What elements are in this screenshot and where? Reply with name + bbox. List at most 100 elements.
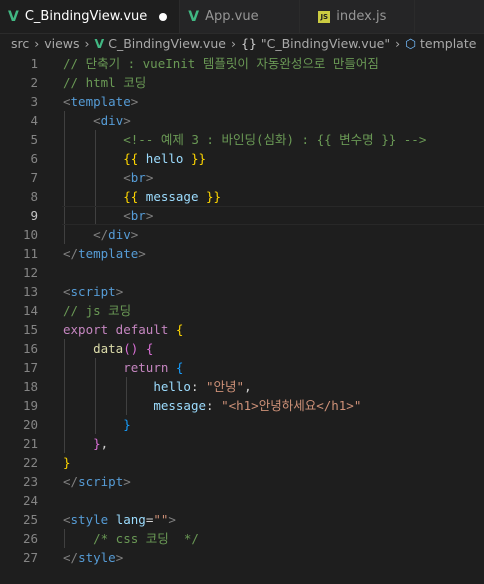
- code-line[interactable]: 9 <br>: [0, 206, 484, 225]
- line-number: 22: [22, 455, 38, 470]
- code-token: // js 코딩: [63, 303, 132, 318]
- breadcrumb-item-views[interactable]: views: [44, 36, 79, 51]
- code-token: "<h1>안녕하세요</h1>": [221, 398, 362, 413]
- code-token: template: [78, 246, 139, 261]
- js-file-icon: JS: [318, 10, 331, 23]
- code-token: >: [115, 284, 124, 299]
- vue-file-icon: V: [8, 8, 19, 25]
- code-token: >: [130, 227, 139, 242]
- code-line[interactable]: 18 hello: "안녕",: [0, 377, 484, 396]
- line-number: 9: [30, 208, 38, 223]
- code-text: </script>: [63, 472, 131, 491]
- breadcrumb-item-template[interactable]: template: [420, 36, 476, 51]
- code-token: message: [153, 398, 206, 413]
- code-line[interactable]: 19 message: "<h1>안녕하세요</h1>": [0, 396, 484, 415]
- code-line[interactable]: 22}: [0, 453, 484, 472]
- code-token: script: [70, 284, 116, 299]
- code-token: (): [123, 341, 139, 356]
- code-line[interactable]: 5 <!-- 예제 3 : 바인딩(심화) : {{ 변수명 }} -->: [0, 130, 484, 149]
- tab-label: C_BindingView.vue: [24, 9, 148, 24]
- code-line[interactable]: 24: [0, 491, 484, 510]
- code-text: }: [63, 415, 131, 434]
- code-text: }: [63, 453, 71, 472]
- code-token: // html 코딩: [63, 75, 147, 90]
- code-token: <: [63, 94, 71, 109]
- code-token: {: [175, 322, 184, 337]
- breadcrumb-item-file[interactable]: C_BindingView.vue: [108, 36, 226, 51]
- code-line[interactable]: 11 </template>: [0, 244, 484, 263]
- code-line[interactable]: 1 // 단축기 : vueInit 템플릿이 자동완성으로 만들어짐: [0, 54, 484, 73]
- code-text: return {: [63, 358, 183, 377]
- code-line[interactable]: 3 <template>: [0, 92, 484, 111]
- line-number: 19: [22, 398, 38, 413]
- code-line[interactable]: 27 </style>: [0, 548, 484, 567]
- code-token: <: [123, 170, 131, 185]
- code-line[interactable]: 7 <br>: [0, 168, 484, 187]
- breadcrumb-item-src[interactable]: src: [11, 36, 29, 51]
- code-line[interactable]: 25 <style lang="">: [0, 510, 484, 529]
- code-text: /* css 코딩 */: [63, 529, 199, 548]
- code-text: </style>: [63, 548, 123, 567]
- code-token: hello: [138, 151, 191, 166]
- code-token: "안녕": [206, 379, 245, 394]
- line-number: 12: [22, 265, 38, 280]
- line-number: 25: [22, 512, 38, 527]
- line-number: 26: [22, 531, 38, 546]
- line-number: 8: [30, 189, 38, 204]
- code-line[interactable]: 6 {{ hello }}: [0, 149, 484, 168]
- code-token: >: [123, 474, 131, 489]
- code-token: }: [63, 455, 71, 470]
- code-line[interactable]: 15 export default {: [0, 320, 484, 339]
- code-line[interactable]: 23 </script>: [0, 472, 484, 491]
- code-line[interactable]: 2 // html 코딩: [0, 73, 484, 92]
- code-token: <: [123, 208, 131, 223]
- code-text: {{ hello }}: [63, 149, 206, 168]
- code-text: </template>: [63, 244, 146, 263]
- code-token: style: [78, 550, 116, 565]
- tab-label: App.vue: [205, 9, 259, 24]
- code-token: </: [63, 474, 79, 489]
- code-line[interactable]: 14 // js 코딩: [0, 301, 484, 320]
- code-line[interactable]: 17 return {: [0, 358, 484, 377]
- code-line[interactable]: 26 /* css 코딩 */: [0, 529, 484, 548]
- code-token: message: [138, 189, 207, 204]
- breadcrumb-item-module[interactable]: "C_BindingView.vue": [261, 36, 390, 51]
- code-line[interactable]: 16 data() {: [0, 339, 484, 358]
- tab-index-js[interactable]: JS index.js: [300, 0, 416, 33]
- code-line[interactable]: 4 <div>: [0, 111, 484, 130]
- line-number: 3: [30, 94, 38, 109]
- code-token: "": [153, 512, 169, 527]
- line-number: 10: [22, 227, 38, 242]
- unsaved-dot-icon[interactable]: [159, 12, 168, 21]
- line-number: 1: [30, 56, 38, 71]
- code-line[interactable]: 13 <script>: [0, 282, 484, 301]
- line-number: 20: [22, 417, 38, 432]
- code-line[interactable]: 8 {{ message }}: [0, 187, 484, 206]
- code-token: template: [70, 94, 131, 109]
- tab-c-bindingview[interactable]: V C_BindingView.vue: [0, 0, 181, 33]
- line-number: 11: [22, 246, 38, 261]
- tab-app-vue[interactable]: V App.vue: [180, 0, 301, 33]
- code-token: lang: [115, 512, 146, 527]
- breadcrumb: src › views › V C_BindingView.vue › {} "…: [0, 33, 484, 53]
- code-token: }: [93, 436, 101, 451]
- code-text: <!-- 예제 3 : 바인딩(심화) : {{ 변수명 }} -->: [63, 130, 426, 149]
- code-text: // js 코딩: [63, 301, 131, 320]
- code-line[interactable]: 10 </div>: [0, 225, 484, 244]
- cube-icon: ⬡: [405, 35, 416, 51]
- line-number: 4: [30, 113, 38, 128]
- code-token: :: [206, 398, 222, 413]
- line-number: 6: [30, 151, 38, 166]
- code-line[interactable]: 12: [0, 263, 484, 282]
- code-line[interactable]: 20 }: [0, 415, 484, 434]
- code-line[interactable]: 21 },: [0, 434, 484, 453]
- code-editor[interactable]: 1 // 단축기 : vueInit 템플릿이 자동완성으로 만들어짐 2 // ht…: [0, 53, 484, 584]
- code-token: {{: [123, 151, 139, 166]
